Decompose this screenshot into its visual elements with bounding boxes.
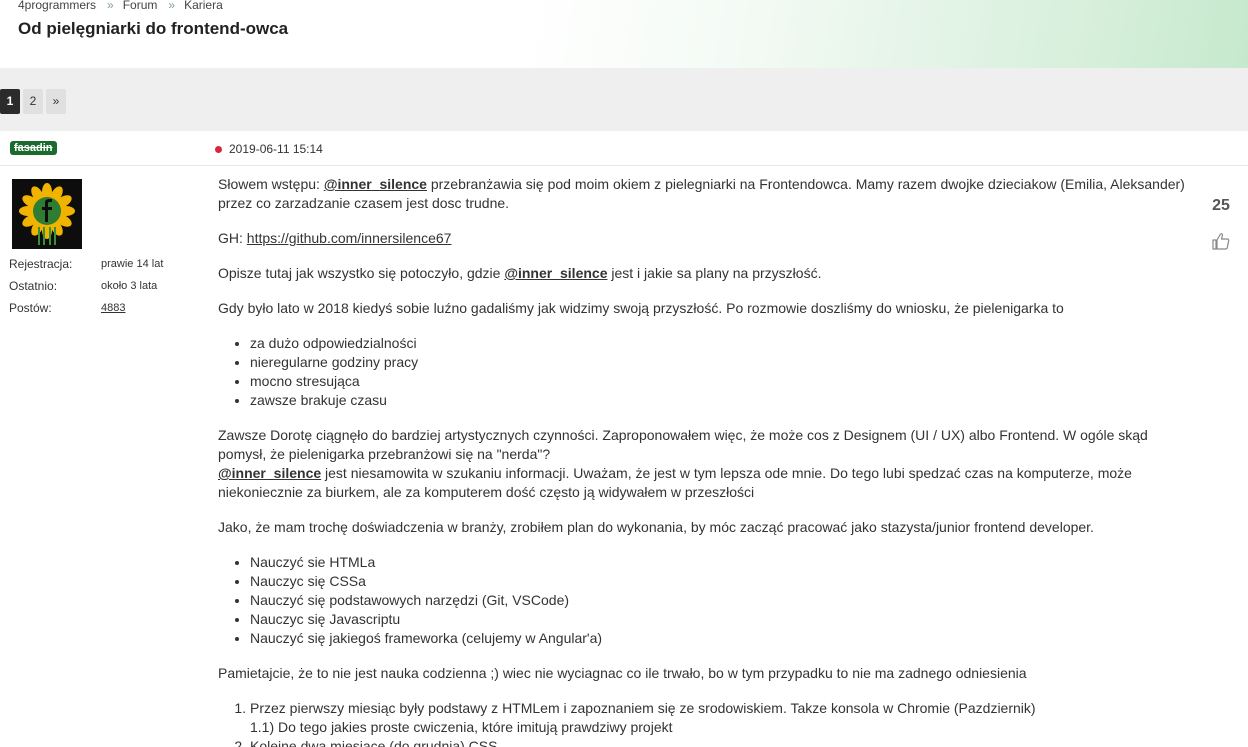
list-item: Nauczyc się Javascriptu (250, 610, 1193, 629)
mention-link[interactable]: @inner_silence (504, 265, 607, 281)
breadcrumb-separator: » (107, 0, 114, 12)
breadcrumb-forum[interactable]: Forum (123, 0, 158, 12)
mention-link[interactable]: @inner_silence (218, 465, 321, 481)
posts-count-link[interactable]: 4883 (101, 301, 125, 314)
thumbs-up-glyph (1212, 233, 1230, 250)
breadcrumb-category[interactable]: Kariera (184, 0, 223, 12)
page-title: Od pielęgniarki do frontend-owca (18, 19, 289, 38)
github-link[interactable]: https://github.com/innersilence67 (247, 230, 452, 246)
next-page-button[interactable]: » (46, 89, 66, 114)
list-item: Nauczyc się CSSa (250, 572, 1193, 591)
posts-label: Postów: (9, 301, 52, 315)
breadcrumb-home[interactable]: 4programmers (18, 0, 96, 12)
page-header: 4programmers » Forum » Kariera Od pielęgniar… (0, 0, 1248, 68)
list-item: Nauczyć sie HTMLa (250, 553, 1193, 572)
list-item: nieregularne godziny pracy (250, 353, 1193, 372)
paragraph-summer: Gdy było lato w 2018 kiedyś sobie luźno … (218, 300, 1064, 316)
pagination-bar: 1 2 » (0, 68, 1248, 131)
breadcrumb-separator: » (168, 0, 176, 12)
text: 1.1) Do tego jakies proste cwiczenia, kt… (250, 719, 673, 735)
paragraph-dorota: Zawsze Dorotę ciągnęło do bardziej artys… (218, 426, 1193, 502)
list-item: Nauczyć się jakiegoś frameworka (celujem… (250, 629, 1193, 648)
last-seen-label: Ostatnio: (9, 279, 58, 293)
text: Opisze tutaj jak wszystko się potoczyło,… (218, 265, 505, 281)
post-content: Słowem wstępu: @inner_silence przebranża… (218, 175, 1193, 747)
user-info: Rejestracja: prawie 14 lat Ostatnio: oko… (9, 257, 163, 323)
text: Słowem wstępu: (218, 176, 324, 192)
user-posts-row: Postów: 4883 (9, 301, 163, 323)
list-timeline: Przez pierwszy miesiąc były podstawy z H… (250, 699, 1193, 747)
list-plan: Nauczyć sie HTMLa Nauczyc się CSSa Naucz… (250, 553, 1193, 648)
paragraph-github: GH: https://github.com/innersilence67 (218, 229, 1193, 248)
mention-link[interactable]: @inner_silence (324, 176, 427, 192)
list-item: zawsze brakuje czasu (250, 391, 1193, 410)
registration-label: Rejestracja: (9, 257, 73, 271)
new-post-dot-icon (215, 145, 222, 153)
list-nurse-cons: za dużo odpowiedzialności nieregularne g… (250, 334, 1193, 410)
page-1-button[interactable]: 1 (0, 89, 20, 114)
pagination: 1 2 » (0, 89, 66, 114)
paragraph-note: Pamietajcie, że to nie jest nauka codzie… (218, 665, 1027, 681)
sunflower-avatar-icon (12, 179, 82, 249)
list-item: Kolejne dwa miesiące (do grudnia) CSS (250, 737, 1193, 747)
post-date-text: 2019-06-11 15:14 (229, 142, 323, 156)
user-last-seen-row: Ostatnio: około 3 lata (9, 279, 163, 301)
user-registration-row: Rejestracja: prawie 14 lat (9, 257, 163, 279)
text: Przez pierwszy miesiąc były podstawy z H… (250, 700, 1036, 716)
author-name[interactable]: fasadin (10, 141, 57, 155)
thumbs-up-icon[interactable] (1211, 231, 1231, 251)
paragraph-story: Opisze tutaj jak wszystko się potoczyło,… (218, 264, 1193, 283)
text: jest i jakie sa plany na przyszłość. (607, 265, 822, 281)
post-date[interactable]: 2019-06-11 15:14 (215, 142, 323, 156)
list-item: Nauczyć się podstawowych narzędzi (Git, … (250, 591, 1193, 610)
list-item: za dużo odpowiedzialności (250, 334, 1193, 353)
text: Zawsze Dorotę ciągnęło do bardziej artys… (218, 427, 1148, 462)
post-header: fasadin 2019-06-11 15:14 (0, 131, 1248, 166)
breadcrumb: 4programmers » Forum » Kariera (18, 0, 223, 12)
text: GH: (218, 230, 247, 246)
avatar[interactable] (12, 179, 82, 249)
page-2-button[interactable]: 2 (23, 89, 43, 114)
list-item: Przez pierwszy miesiąc były podstawy z H… (250, 699, 1193, 737)
text: jest niesamowita w szukaniu informacji. … (218, 465, 1132, 500)
registration-value: prawie 14 lat (101, 258, 164, 270)
list-item: mocno stresująca (250, 372, 1193, 391)
paragraph-intro: Słowem wstępu: @inner_silence przebranża… (218, 175, 1193, 213)
vote-count: 25 (1212, 197, 1230, 214)
last-seen-value: około 3 lata (101, 280, 158, 292)
paragraph-plan: Jako, że mam trochę doświadczenia w bran… (218, 519, 1094, 535)
